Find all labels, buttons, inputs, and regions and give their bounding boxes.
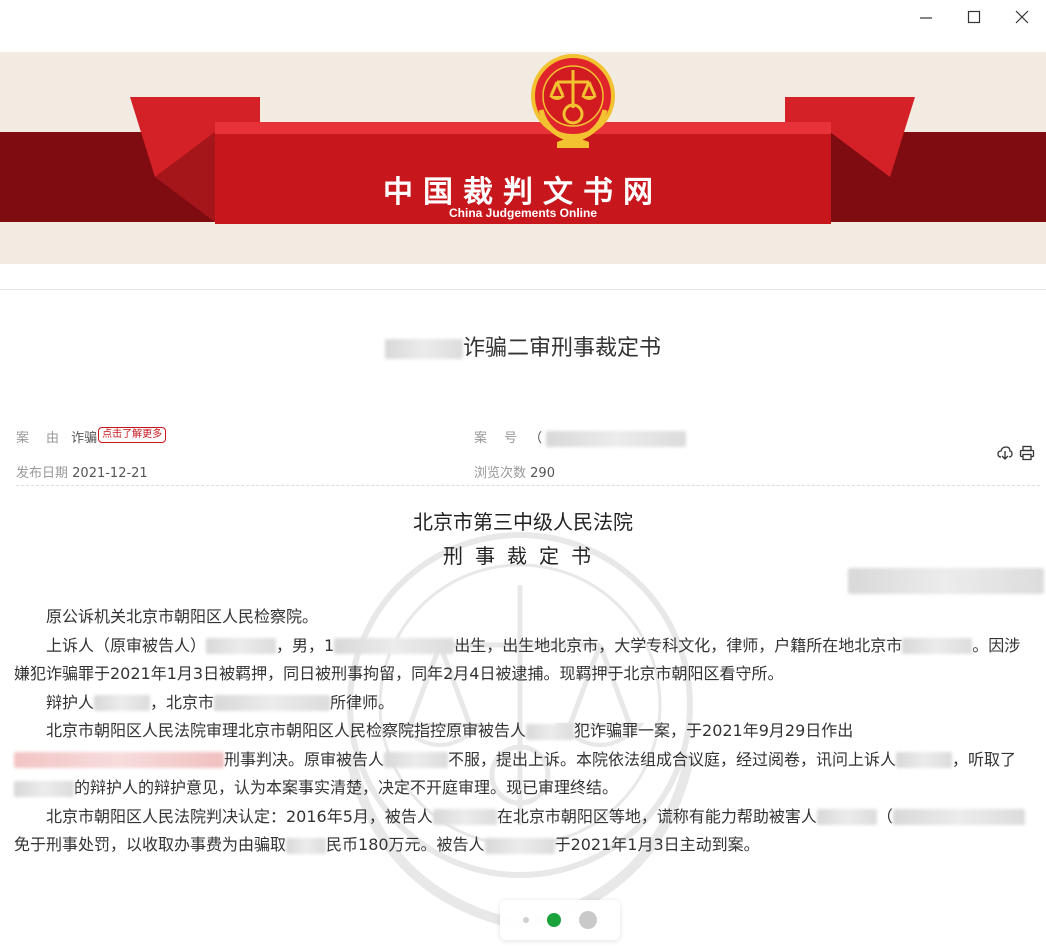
- page-dot[interactable]: [579, 911, 597, 929]
- text-segment: 出生，出生地北京市，大学专科文化，律师，户籍所在地北京市: [454, 635, 903, 655]
- text-segment: ，听取了: [952, 749, 1017, 769]
- redacted-text: [286, 837, 327, 854]
- text-segment: 辩护人: [46, 692, 95, 712]
- text-segment: ，北京市: [150, 692, 215, 712]
- redacted-text: [484, 837, 555, 854]
- text-segment: 不服，提出上诉。本院依法组成合议庭，经过阅卷，讯问上诉人: [448, 749, 897, 769]
- printer-icon: [1019, 445, 1035, 461]
- redacted-text: [14, 752, 224, 768]
- case-number-value: （: [529, 431, 543, 446]
- redacted-text: [896, 752, 953, 768]
- case-cause-label: 案 由: [16, 431, 62, 446]
- redacted-text: [902, 638, 973, 654]
- redacted-text: [848, 568, 1044, 594]
- text-segment: 免于刑事处罚，以收取办事费为由骗取: [14, 835, 287, 854]
- minimize-icon: [920, 17, 932, 19]
- view-count: 浏览次数 290: [474, 462, 555, 481]
- document-title: 诈骗二审刑事裁定书: [0, 330, 1046, 362]
- text-segment: 于2021年1月3日主动到案。: [554, 835, 760, 854]
- case-cause: 案 由 诈骗 点击了解更多: [16, 427, 167, 446]
- site-subtitle: China Judgements Online: [448, 206, 598, 220]
- redacted-text: [526, 723, 575, 740]
- redacted-text: [892, 809, 1025, 825]
- text-segment: 在北京市朝阳区等地，谎称有能力帮助被害人: [496, 806, 817, 826]
- court-emblem-icon: [531, 54, 615, 148]
- page-dot[interactable]: [523, 917, 529, 923]
- document-body: 原公诉机关北京市朝阳区人民检察院。 上诉人（原审被告人） ，男，1 出生，出生地北京…: [14, 603, 1034, 860]
- redacted-text: [94, 695, 151, 711]
- publish-date-value: 2021-12-21: [72, 466, 148, 481]
- paragraph: 北京市朝阳区人民法院判决认定：2016年5月，被告人 在北京市朝阳区等地，谎称有能…: [14, 803, 1034, 860]
- text-segment: 上诉人（原审被告人）: [46, 635, 207, 655]
- case-cause-value: 诈骗: [71, 431, 98, 446]
- case-number: 案 号 （: [474, 427, 687, 447]
- text-segment: 民币180万元。被告人: [326, 835, 485, 854]
- paragraph: 原公诉机关北京市朝阳区人民检察院。: [14, 603, 1034, 632]
- redacted-text: [432, 809, 497, 825]
- ribbon-graphic: [0, 97, 1046, 224]
- publish-date: 发布日期 2021-12-21: [16, 462, 148, 481]
- header-divider: [0, 289, 1046, 290]
- minimize-button[interactable]: [902, 0, 950, 34]
- publish-date-label: 发布日期: [16, 466, 69, 481]
- redacted-text: [214, 695, 331, 711]
- document-title-text: 诈骗二审刑事裁定书: [462, 336, 661, 361]
- paragraph: 上诉人（原审被告人） ，男，1 出生，出生地北京市，大学专科文化，律师，户籍所在地北…: [14, 632, 1034, 689]
- cloud-download-icon: [997, 446, 1013, 460]
- site-banner: 中国裁判文书网 China Judgements Online: [0, 52, 1046, 264]
- paragraph: 北京市朝阳区人民法院审理北京市朝阳区人民检察院指控原审被告人 犯诈骗罪一案，于20…: [14, 717, 1034, 803]
- text-segment: 所律师。: [330, 692, 395, 712]
- text-segment: （: [876, 806, 893, 826]
- case-number-label: 案 号: [474, 431, 520, 446]
- maximize-button[interactable]: [950, 0, 998, 34]
- document-tools: [996, 444, 1036, 462]
- text-segment: 北京市朝阳区人民法院审理北京市朝阳区人民检察院指控原审被告人: [46, 721, 527, 740]
- text-segment: 北京市朝阳区人民法院判决认定：2016年5月，被告人: [46, 806, 433, 826]
- court-name: 北京市第三中级人民法院: [413, 510, 633, 534]
- redacted-text: [334, 638, 455, 654]
- text-segment: 原公诉机关北京市朝阳区人民检察院。: [46, 607, 319, 626]
- paragraph: 辩护人 ，北京市 所律师。: [14, 689, 1034, 718]
- redacted-text: [816, 809, 877, 825]
- text-segment: 犯诈骗罪一案，于2021年9月29日作出: [574, 721, 854, 740]
- redacted-text: [206, 638, 277, 654]
- download-button[interactable]: [996, 444, 1014, 462]
- redacted-text: [14, 780, 74, 797]
- text-segment: 的辩护人的辩护意见，认为本案事实清楚，决定不开庭审理。现已审理终结。: [74, 778, 619, 797]
- text-segment: ，男，1: [276, 635, 335, 655]
- page-indicator: [500, 900, 620, 940]
- learn-more-link[interactable]: 点击了解更多: [98, 427, 167, 443]
- view-count-value: 290: [530, 466, 555, 481]
- print-button[interactable]: [1018, 444, 1036, 462]
- redacted-text: [384, 339, 463, 359]
- redacted-text: [384, 752, 449, 768]
- text-segment: 刑事判决。原审被告人: [224, 749, 385, 769]
- close-button[interactable]: [998, 0, 1046, 34]
- site-title: 中国裁判文书网: [383, 175, 663, 210]
- close-icon: [1015, 10, 1029, 24]
- window-controls: [902, 0, 1046, 34]
- redacted-text: [546, 430, 687, 447]
- document-type: 刑事裁定书: [443, 544, 603, 568]
- meta-divider: [16, 485, 1040, 486]
- page-dot-active[interactable]: [547, 913, 561, 927]
- maximize-icon: [967, 10, 981, 24]
- view-count-label: 浏览次数: [474, 466, 527, 481]
